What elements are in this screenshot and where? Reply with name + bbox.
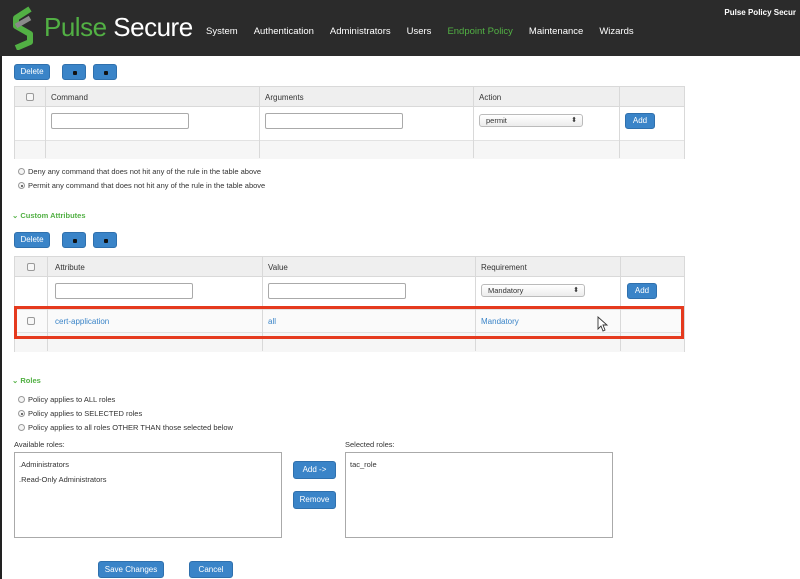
available-roles-label: Available roles: <box>14 440 65 449</box>
save-changes-button[interactable]: Save Changes <box>98 561 164 578</box>
nav-wizards[interactable]: Wizards <box>591 26 641 37</box>
main-nav: System Authentication Administrators Use… <box>198 26 642 37</box>
select-caret-icon: ⬍ <box>573 287 579 294</box>
row-divider <box>15 140 684 141</box>
move-up-icon <box>73 71 77 75</box>
command-input[interactable] <box>51 113 189 129</box>
brand-name: Pulse Secure <box>44 12 193 42</box>
requirement-column-header: Requirement <box>481 263 527 272</box>
all-roles-radio[interactable] <box>18 396 25 403</box>
roles-title: Roles <box>20 376 41 385</box>
delete-attribute-button[interactable]: Delete <box>14 232 50 248</box>
empty-row <box>15 140 684 159</box>
selected-roles-list-label: Selected roles: <box>345 440 395 449</box>
nav-administrators[interactable]: Administrators <box>322 26 399 37</box>
column-divider <box>619 87 620 158</box>
add-command-button[interactable]: Add <box>625 113 655 129</box>
action-select-value: permit <box>486 116 507 125</box>
nav-maintenance[interactable]: Maintenance <box>521 26 591 37</box>
selected-roles-label: Policy applies to SELECTED roles <box>28 409 143 418</box>
permit-default-label: Permit any command that does not hit any… <box>28 181 266 190</box>
remove-role-button[interactable]: Remove <box>293 491 336 509</box>
list-item[interactable]: .Administrators <box>19 460 69 469</box>
other-roles-label: Policy applies to all roles OTHER THAN t… <box>28 423 233 432</box>
action-select[interactable]: permit ⬍ <box>479 114 583 127</box>
top-header: Pulse Secure System Authentication Admin… <box>0 0 800 56</box>
attribute-column-header: Attribute <box>55 263 85 272</box>
pulse-logo-icon <box>13 6 33 50</box>
selected-roles-list[interactable]: tac_role <box>345 452 613 538</box>
move-down-icon <box>104 239 108 243</box>
move-up-icon <box>73 239 77 243</box>
arguments-column-header: Arguments <box>265 93 304 102</box>
table-header <box>15 87 684 107</box>
nav-users[interactable]: Users <box>399 26 440 37</box>
value-input[interactable] <box>268 283 406 299</box>
list-item[interactable]: .Read-Only Administrators <box>19 475 107 484</box>
cancel-button[interactable]: Cancel <box>189 561 233 578</box>
list-item[interactable]: tac_role <box>350 460 377 469</box>
column-divider <box>473 87 474 158</box>
frame-border <box>0 56 2 579</box>
all-roles-label: Policy applies to ALL roles <box>28 395 116 404</box>
roles-toggle[interactable]: ⌄ Roles <box>12 376 41 385</box>
available-roles-list[interactable]: .Administrators .Read-Only Administrator… <box>14 452 282 538</box>
delete-command-button[interactable]: Delete <box>14 64 50 80</box>
command-rules-table: Command Arguments Action permit ⬍ Add <box>14 86 685 159</box>
mouse-pointer-icon <box>597 316 609 332</box>
requirement-select[interactable]: Mandatory ⬍ <box>481 284 585 297</box>
command-column-header: Command <box>51 93 88 102</box>
column-divider <box>259 87 260 158</box>
permit-default-radio[interactable] <box>18 182 25 189</box>
select-caret-icon: ⬍ <box>571 117 577 124</box>
selected-roles-radio[interactable] <box>18 410 25 417</box>
move-down-icon <box>104 71 108 75</box>
custom-attributes-toggle[interactable]: ⌄ Custom Attributes <box>12 211 86 220</box>
user-menu[interactable]: Pulse Policy Secur <box>724 8 796 17</box>
requirement-select-value: Mandatory <box>488 286 524 295</box>
nav-endpoint-policy[interactable]: Endpoint Policy <box>439 26 520 37</box>
deny-default-label: Deny any command that does not hit any o… <box>28 167 262 176</box>
attribute-move-up-button[interactable] <box>62 232 86 248</box>
value-column-header: Value <box>268 263 288 272</box>
select-all-checkbox[interactable] <box>27 263 35 271</box>
custom-attributes-title: Custom Attributes <box>20 211 86 220</box>
nav-system[interactable]: System <box>198 26 246 37</box>
column-divider <box>45 87 46 158</box>
add-attribute-button[interactable]: Add <box>627 283 657 299</box>
attribute-input[interactable] <box>55 283 193 299</box>
deny-default-radio[interactable] <box>18 168 25 175</box>
other-roles-radio[interactable] <box>18 424 25 431</box>
pulse-secure-logo[interactable]: Pulse Secure <box>8 6 198 50</box>
highlight-box <box>14 306 684 339</box>
move-up-button[interactable] <box>62 64 86 80</box>
action-column-header: Action <box>479 93 502 102</box>
move-down-button[interactable] <box>93 64 117 80</box>
arguments-input[interactable] <box>265 113 403 129</box>
select-all-checkbox[interactable] <box>26 93 34 101</box>
nav-authentication[interactable]: Authentication <box>246 26 322 37</box>
attribute-move-down-button[interactable] <box>93 232 117 248</box>
table-header <box>15 257 684 277</box>
add-role-button[interactable]: Add -> <box>293 461 336 479</box>
